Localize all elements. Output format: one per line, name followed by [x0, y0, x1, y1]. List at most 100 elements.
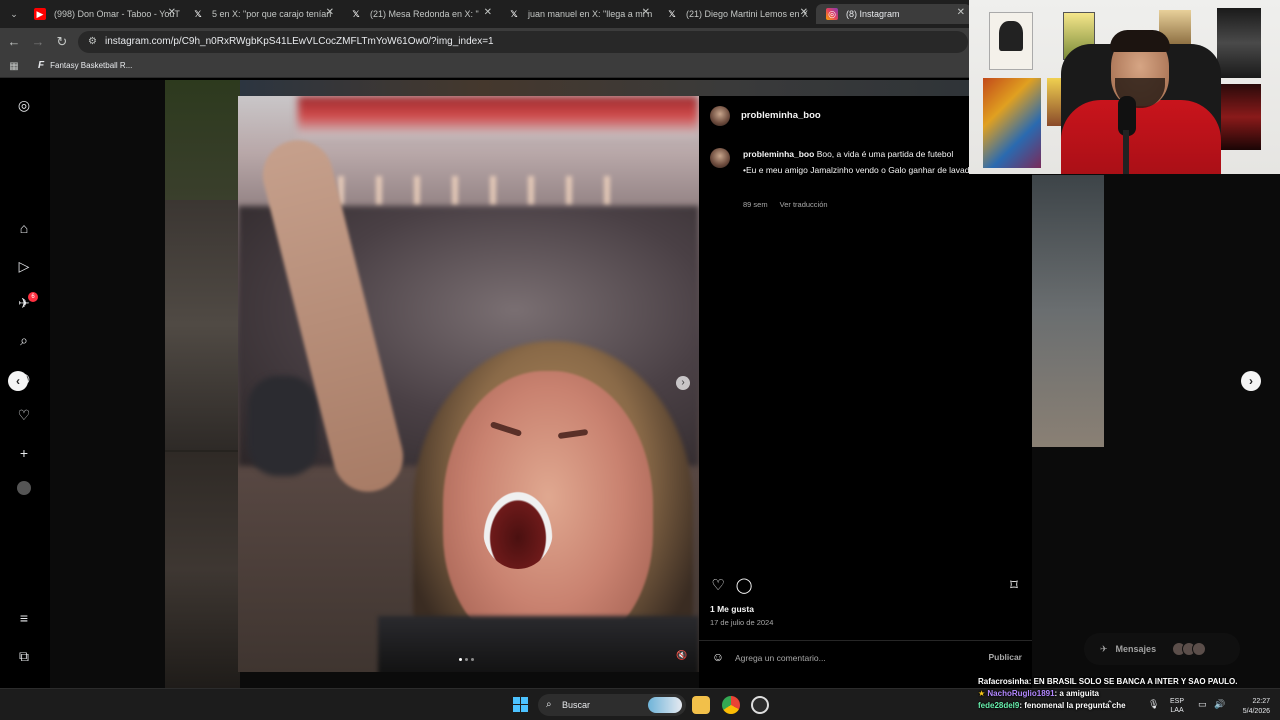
author-name[interactable]: probleminha_boo [741, 110, 821, 121]
site-settings-icon[interactable]: ⚙ [88, 31, 97, 53]
search-highlight-image [648, 697, 682, 713]
caption-time: 89 sem [743, 200, 768, 209]
file-explorer-icon[interactable] [692, 696, 710, 714]
start-windows-icon[interactable] [513, 697, 529, 713]
bookmark-favicon-icon: F [38, 60, 45, 71]
tab-label: (21) Mesa Redonda en X: " [370, 9, 479, 19]
tab-label: (21) Diego Martini Lemos en X [686, 9, 809, 19]
chat-user: NachoRuglio1891 [987, 689, 1055, 698]
threads-icon[interactable]: ⧉ [15, 647, 33, 665]
chat-message: ★ NachoRuglio1891: a amiguita [978, 688, 1278, 700]
save-bookmark-icon[interactable]: ⌑ [1005, 577, 1023, 595]
background-thumbnail [165, 200, 240, 450]
carousel-dots [459, 658, 474, 661]
search-icon: ⌕ [546, 699, 552, 710]
comment-icon[interactable]: ◯ [735, 577, 753, 595]
profile-avatar[interactable] [15, 481, 33, 499]
caption-avatar[interactable] [710, 148, 730, 168]
bookmark-fantasy-basketball[interactable]: F Fantasy Basketball R... [38, 60, 132, 71]
chat-text: : EN BRASIL SOLO SE BANCA A INTER Y SAO … [1028, 677, 1238, 686]
stream-chat: Rafacrosinha: EN BRASIL SOLO SE BANCA A … [978, 676, 1278, 712]
close-icon[interactable]: ✕ [957, 7, 965, 18]
reels-icon[interactable]: ▷ [15, 257, 33, 275]
close-icon[interactable]: ✕ [326, 7, 334, 18]
streamer-jersey [1061, 100, 1221, 174]
emoji-icon[interactable]: ☺ [711, 650, 725, 664]
background-thumbnail [165, 452, 240, 688]
instagram-icon: ◎ [826, 8, 838, 20]
x-icon: 𝕏 [668, 8, 676, 19]
caption-author[interactable]: probleminha_boo [743, 149, 814, 159]
tab-label: (998) Don Omar - Taboo - YouT [54, 9, 180, 19]
tab-instagram[interactable]: ◎ (8) Instagram ✕ [816, 4, 971, 24]
search-icon[interactable]: ⌕ [15, 331, 33, 349]
microphone-arm [1123, 130, 1129, 174]
wall-poster [1217, 8, 1261, 78]
tab-label: (8) Instagram [846, 9, 900, 19]
taskbar-search-label: Buscar [562, 700, 591, 710]
heart-icon[interactable]: ♡ [15, 406, 33, 424]
messages-pill[interactable]: ✈ Mensajes [1084, 633, 1240, 665]
background-thumbnail [1032, 175, 1104, 447]
close-icon[interactable]: ✕ [168, 7, 176, 18]
wall-poster [1217, 84, 1261, 150]
forward-icon[interactable]: → [30, 34, 46, 50]
previous-post-button[interactable]: ‹ [8, 371, 28, 391]
youtube-icon: ▶ [34, 8, 46, 20]
next-post-button[interactable]: › [1241, 371, 1261, 391]
streamer-hair [1110, 30, 1170, 52]
chat-user: Rafacrosinha [978, 677, 1029, 686]
tab-search-icon[interactable]: ⌄ [6, 6, 22, 22]
background-thumbnails [240, 80, 969, 96]
publish-button[interactable]: Publicar [988, 652, 1022, 662]
webcam-overlay [969, 0, 1280, 174]
tab-x-3[interactable]: 𝕏 juan manuel en X: "llega a mi n ✕ [498, 4, 656, 24]
create-icon[interactable]: + [15, 444, 33, 462]
apps-grid-icon[interactable]: ▦ [6, 59, 22, 75]
tab-x-2[interactable]: 𝕏 (21) Mesa Redonda en X: " ✕ [340, 4, 498, 24]
tab-label: juan manuel en X: "llega a mi n [528, 9, 653, 19]
address-bar[interactable]: ⚙ instagram.com/p/C9h_n0RxRWgbKpS41LEwVL… [78, 31, 968, 53]
x-icon: 𝕏 [194, 8, 202, 19]
tab-x-4[interactable]: 𝕏 (21) Diego Martini Lemos en X ✕ [656, 4, 814, 24]
caption-text: Boo, a vida é uma partida de futebol [816, 149, 954, 159]
mute-icon[interactable]: 🔇 [676, 649, 688, 661]
home-icon[interactable]: ⌂ [15, 219, 33, 237]
chat-star-icon: ★ [978, 689, 988, 698]
post-panel: probleminha_boo probleminha_boo Boo, a v… [699, 96, 1032, 688]
likes-count[interactable]: 1 Me gusta [710, 604, 754, 614]
translate-link[interactable]: Ver traducción [780, 200, 828, 209]
comment-bar: ☺ Publicar [699, 640, 1032, 674]
chat-message: fede28del9: fenomenal la pregunta che [978, 700, 1278, 712]
x-icon: 𝕏 [352, 8, 360, 19]
chat-user: fede28del9 [978, 701, 1020, 710]
chat-text: : fenomenal la pregunta che [1019, 701, 1126, 710]
url-text: instagram.com/p/C9h_n0RxRWgbKpS41LEwVLCo… [105, 36, 494, 47]
close-icon[interactable]: ✕ [800, 7, 808, 18]
taskbar-search[interactable]: ⌕ Buscar [538, 694, 686, 716]
chat-message: Rafacrosinha: EN BRASIL SOLO SE BANCA A … [978, 676, 1278, 688]
close-icon[interactable]: ✕ [484, 7, 492, 18]
tab-x-1[interactable]: 𝕏 5 en X: "por que carajo tenían ✕ [182, 4, 340, 24]
messages-label: Mensajes [1115, 644, 1157, 654]
tab-label: 5 en X: "por que carajo tenían [212, 9, 332, 19]
x-icon: 𝕏 [510, 8, 518, 19]
reload-icon[interactable]: ↻ [54, 34, 70, 50]
close-icon[interactable]: ✕ [642, 7, 650, 18]
chrome-icon[interactable] [722, 696, 740, 714]
bookmark-label: Fantasy Basketball R... [50, 61, 133, 70]
comment-input[interactable] [735, 650, 975, 666]
send-icon: ✈ [1100, 643, 1108, 654]
like-heart-icon[interactable]: ♡ [709, 577, 727, 595]
back-icon[interactable]: ← [6, 34, 22, 50]
post-date: 17 de julio de 2024 [710, 618, 774, 627]
tab-youtube[interactable]: ▶ (998) Don Omar - Taboo - YouT ✕ [24, 4, 182, 24]
wall-poster [983, 78, 1041, 168]
post-photo[interactable] [238, 96, 699, 672]
instagram-logo-icon[interactable]: ◎ [15, 96, 33, 114]
wall-poster [989, 12, 1033, 70]
author-avatar[interactable] [710, 106, 730, 126]
obs-icon[interactable] [751, 696, 769, 714]
next-image-button[interactable]: › [676, 376, 690, 390]
menu-icon[interactable]: ≡ [15, 609, 33, 627]
